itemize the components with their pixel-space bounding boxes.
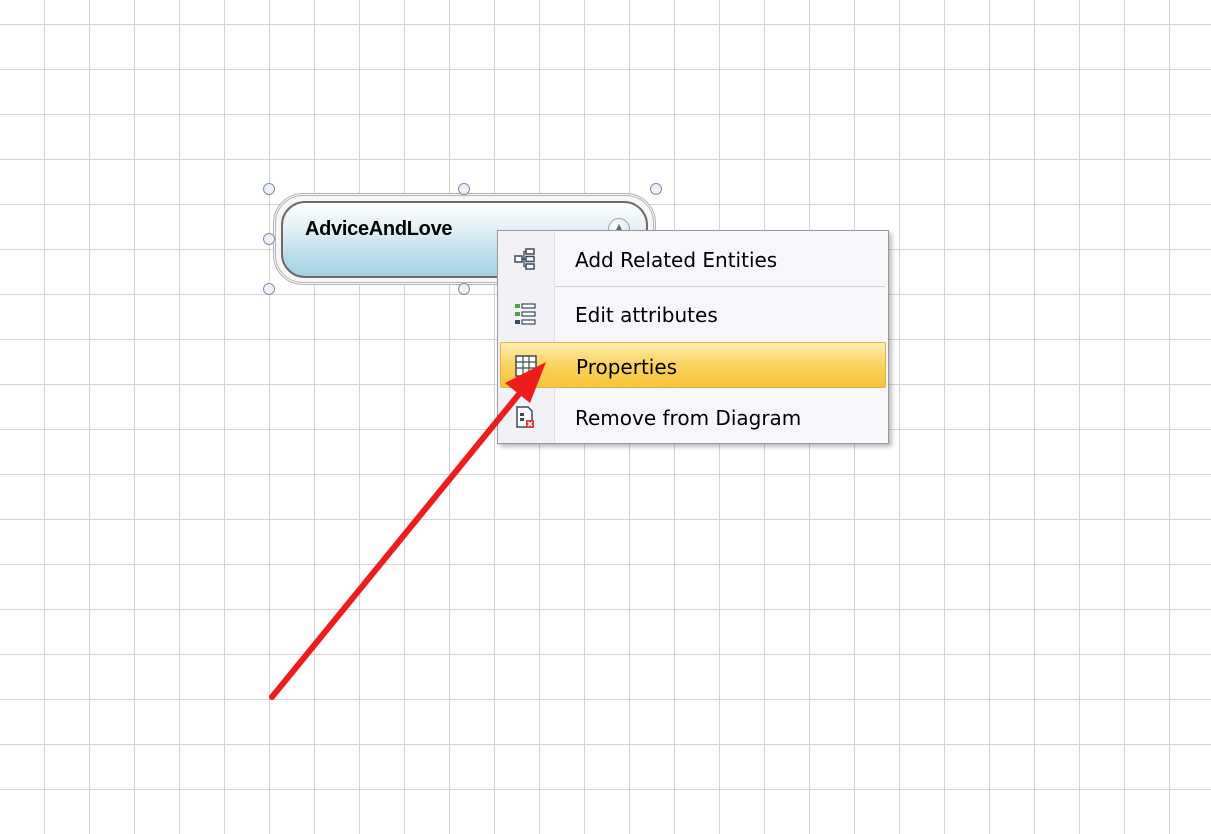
annotation-arrow-head — [505, 362, 546, 403]
annotation-arrow — [269, 362, 546, 700]
annotation-arrow-shaft — [269, 385, 527, 700]
